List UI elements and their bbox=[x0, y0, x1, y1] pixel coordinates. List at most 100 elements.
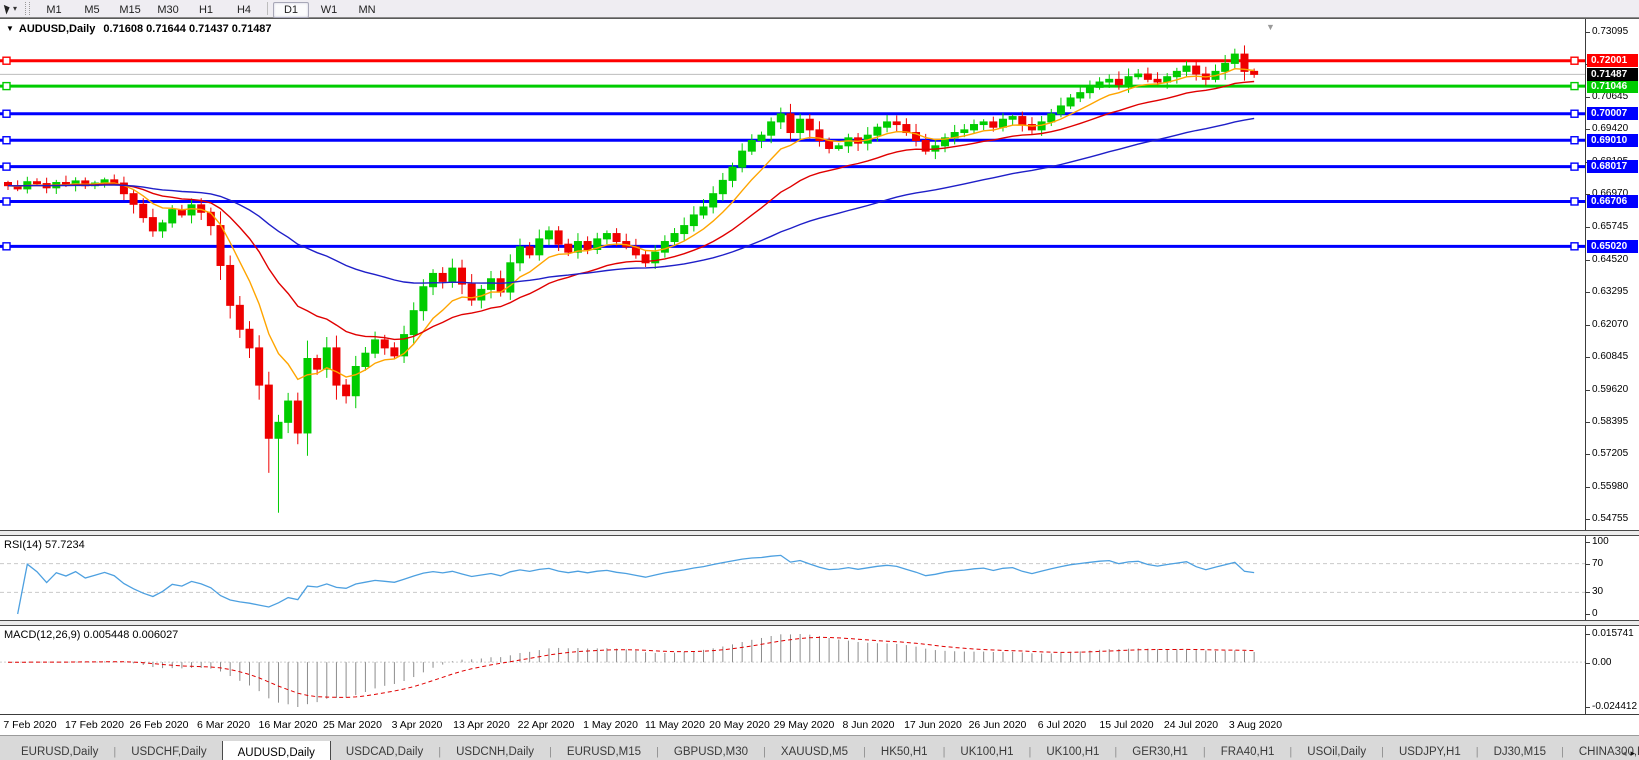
chart-title: ▼ AUDUSD,Daily 0.71608 0.71644 0.71437 0.7… bbox=[6, 23, 272, 35]
toolbar-separator bbox=[267, 2, 268, 15]
chart-tab-bar: EURUSD,Daily|USDCHF,DailyAUDUSD,DailyUSD… bbox=[0, 735, 1639, 760]
chart-tab-usoil-daily[interactable]: USOil,Daily bbox=[1292, 741, 1381, 760]
date-label: 3 Aug 2020 bbox=[1229, 719, 1282, 731]
rsi-name: RSI(14) bbox=[4, 539, 42, 551]
date-label: 24 Jul 2020 bbox=[1164, 719, 1218, 731]
chart-tab-eurusd-m15[interactable]: EURUSD,M15 bbox=[552, 741, 656, 760]
tab-scroll-left-icon[interactable]: ◂ bbox=[1622, 748, 1627, 758]
chart-tab-audusd-daily[interactable]: AUDUSD,Daily bbox=[222, 741, 331, 760]
macd-panel[interactable]: MACD(12,26,9) 0.005448 0.006027 0.015741… bbox=[0, 626, 1639, 714]
date-axis[interactable]: 7 Feb 202017 Feb 202026 Feb 20206 Mar 20… bbox=[0, 714, 1639, 735]
chart-tab-dj30-m15[interactable]: DJ30,M15 bbox=[1479, 741, 1561, 760]
price-tick-label: 0.73095 bbox=[1592, 26, 1628, 37]
timeframe-button-m1[interactable]: M1 bbox=[36, 2, 72, 18]
date-label: 11 May 2020 bbox=[645, 719, 705, 731]
price-tick-label: 0.55980 bbox=[1592, 481, 1628, 492]
chart-tab-eurusd-daily[interactable]: EURUSD,Daily bbox=[6, 741, 113, 760]
macd-scale-bottom: -0.024412 bbox=[1592, 701, 1637, 712]
price-tick-label: 0.59620 bbox=[1592, 384, 1628, 395]
price-chart-canvas[interactable] bbox=[0, 19, 1585, 530]
date-label: 6 Jul 2020 bbox=[1038, 719, 1086, 731]
price-tick-label: 0.63295 bbox=[1592, 286, 1628, 297]
chart-shift-marker-icon[interactable]: ▼ bbox=[1266, 22, 1275, 32]
date-label: 22 Apr 2020 bbox=[518, 719, 575, 731]
price-chart-panel[interactable]: ▼ AUDUSD,Daily 0.71608 0.71644 0.71437 0.7… bbox=[0, 19, 1639, 530]
date-label: 1 May 2020 bbox=[583, 719, 638, 731]
price-axis[interactable]: 0.730950.718700.706450.694200.681950.669… bbox=[1585, 19, 1639, 530]
rsi-line bbox=[18, 555, 1254, 614]
mt4-chart-window: ▾ M1M5M15M30H1H4 D1W1MN ▼ AUDUSD,Daily 0.71… bbox=[0, 0, 1639, 760]
chart-tab-uk100-h1[interactable]: UK100,H1 bbox=[1031, 741, 1114, 760]
timeframe-button-d1[interactable]: D1 bbox=[273, 2, 309, 18]
price-line-label: 0.65020 bbox=[1587, 240, 1638, 253]
macd-axis[interactable]: 0.015741 0.00 -0.024412 bbox=[1585, 626, 1639, 714]
price-tick-label: 0.57205 bbox=[1592, 448, 1628, 459]
rsi-scale-label: 0 bbox=[1592, 608, 1598, 619]
pointer-icon bbox=[4, 3, 11, 14]
rsi-scale-label: 100 bbox=[1592, 536, 1609, 547]
date-label: 7 Feb 2020 bbox=[3, 719, 56, 731]
macd-values: 0.005448 0.006027 bbox=[83, 629, 178, 641]
timeframe-button-m15[interactable]: M15 bbox=[112, 2, 148, 18]
timeframe-button-h1[interactable]: H1 bbox=[188, 2, 224, 18]
chart-tab-uk100-h1[interactable]: UK100,H1 bbox=[945, 741, 1028, 760]
price-tick-label: 0.54755 bbox=[1592, 513, 1628, 524]
rsi-value: 57.7234 bbox=[45, 539, 85, 551]
chart-tab-usdcnh-daily[interactable]: USDCNH,Daily bbox=[441, 741, 549, 760]
macd-signal-line bbox=[8, 637, 1254, 697]
timeframe-buttons-group: M1M5M15M30H1H4 D1W1MN bbox=[35, 0, 386, 18]
collapse-triangle-icon[interactable]: ▼ bbox=[6, 24, 14, 33]
timeframe-button-m5[interactable]: M5 bbox=[74, 2, 110, 18]
price-line-label: 0.66706 bbox=[1587, 195, 1638, 208]
rsi-axis[interactable]: 10070300 bbox=[1585, 536, 1639, 620]
macd-scale-top: 0.015741 bbox=[1592, 628, 1634, 639]
macd-label: MACD(12,26,9) 0.005448 0.006027 bbox=[4, 629, 178, 641]
rsi-scale-label: 70 bbox=[1592, 558, 1603, 569]
date-label: 17 Feb 2020 bbox=[65, 719, 124, 731]
price-tick-label: 0.65745 bbox=[1592, 221, 1628, 232]
chart-tab-gbpusd-m30[interactable]: GBPUSD,M30 bbox=[659, 741, 763, 760]
price-line-label: 0.68017 bbox=[1587, 160, 1638, 173]
date-label: 20 May 2020 bbox=[709, 719, 770, 731]
chart-tab-fra40-h1[interactable]: FRA40,H1 bbox=[1206, 741, 1290, 760]
timeframe-button-w1[interactable]: W1 bbox=[311, 2, 347, 18]
price-tick-label: 0.64520 bbox=[1592, 254, 1628, 265]
price-tick-label: 0.62070 bbox=[1592, 319, 1628, 330]
price-tick-label: 0.58395 bbox=[1592, 416, 1628, 427]
ohlc-values: 0.71608 0.71644 0.71437 0.71487 bbox=[103, 23, 271, 35]
price-line-label: 0.71046 bbox=[1587, 80, 1638, 93]
price-line-label: 0.70007 bbox=[1587, 107, 1638, 120]
rsi-panel[interactable]: RSI(14) 57.7234 10070300 bbox=[0, 536, 1639, 620]
symbol-period-label: AUDUSD,Daily bbox=[19, 23, 95, 35]
price-line-label: 0.72001 bbox=[1587, 54, 1638, 67]
date-label: 26 Feb 2020 bbox=[130, 719, 189, 731]
date-label: 13 Apr 2020 bbox=[453, 719, 510, 731]
macd-canvas[interactable] bbox=[0, 626, 1585, 714]
rsi-label: RSI(14) 57.7234 bbox=[4, 539, 85, 551]
date-label: 3 Apr 2020 bbox=[392, 719, 443, 731]
date-label: 16 Mar 2020 bbox=[259, 719, 318, 731]
macd-scale-zero: 0.00 bbox=[1592, 657, 1611, 668]
cursor-tool-button[interactable]: ▾ bbox=[2, 1, 20, 16]
macd-histogram bbox=[8, 634, 1254, 707]
chart-tab-usdcad-daily[interactable]: USDCAD,Daily bbox=[331, 741, 438, 760]
tab-scroll-right-icon[interactable]: ▸ bbox=[1630, 748, 1635, 758]
rsi-canvas[interactable] bbox=[0, 536, 1585, 620]
chart-tab-usdchf-daily[interactable]: USDCHF,Daily bbox=[116, 741, 221, 760]
current-price-label: 0.71487 bbox=[1587, 68, 1638, 81]
price-tick-label: 0.60845 bbox=[1592, 351, 1628, 362]
chart-tab-xauusd-m5[interactable]: XAUUSD,M5 bbox=[766, 741, 863, 760]
dropdown-caret-icon[interactable]: ▾ bbox=[13, 4, 17, 13]
timeframe-button-h4[interactable]: H4 bbox=[226, 2, 262, 18]
price-line-label: 0.69010 bbox=[1587, 134, 1638, 147]
date-label: 25 Mar 2020 bbox=[323, 719, 382, 731]
timeframe-button-mn[interactable]: MN bbox=[349, 2, 385, 18]
timeframe-toolbar: ▾ M1M5M15M30H1H4 D1W1MN bbox=[0, 0, 1639, 18]
macd-name: MACD(12,26,9) bbox=[4, 629, 80, 641]
chart-tab-hk50-h1[interactable]: HK50,H1 bbox=[866, 741, 943, 760]
timeframe-button-m30[interactable]: M30 bbox=[150, 2, 186, 18]
chart-tab-usdjpy-h1[interactable]: USDJPY,H1 bbox=[1384, 741, 1476, 760]
toolbar-grip[interactable] bbox=[25, 2, 30, 15]
price-tick-label: 0.69420 bbox=[1592, 123, 1628, 134]
chart-tab-ger30-h1[interactable]: GER30,H1 bbox=[1117, 741, 1203, 760]
